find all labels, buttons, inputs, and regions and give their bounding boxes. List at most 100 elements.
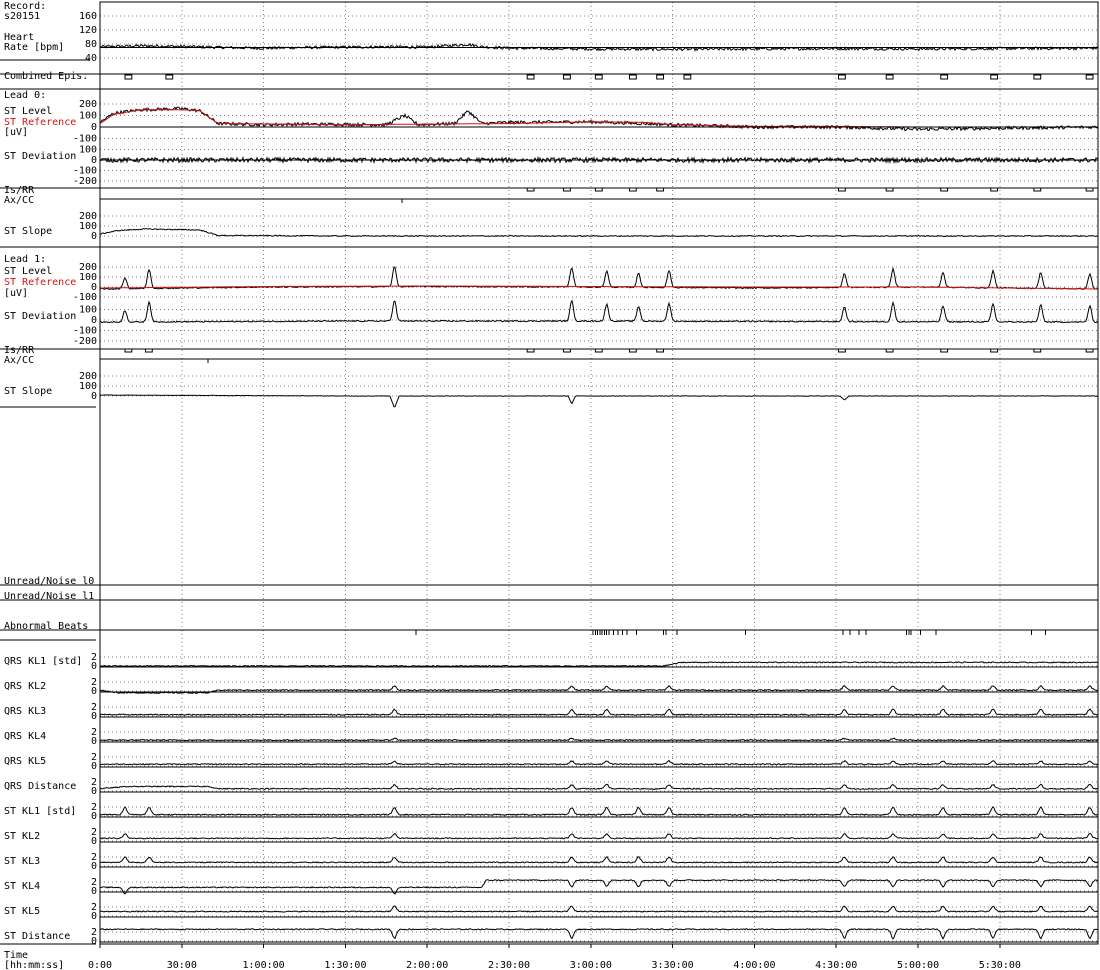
unread-noise-0-label: Unread/Noise l0 <box>4 576 94 587</box>
kl-label-11: ST Distance <box>4 931 70 942</box>
lead1-st-deviation-tick: -100 <box>73 326 97 337</box>
lead1-title: Lead 1: <box>4 254 46 265</box>
abnormal-beats-label: Abnormal Beats <box>4 621 88 632</box>
kl-tick: 0 <box>91 911 97 922</box>
lead0-isrr-interval <box>563 187 571 192</box>
unread-noise-1-label: Unread/Noise l1 <box>4 591 94 602</box>
time-tick-label: 4:30:00 <box>815 960 857 970</box>
heart-rate-tick: 80 <box>85 39 97 50</box>
lead1-isrr-interval <box>990 348 999 353</box>
lead1-st-level-tick: -100 <box>73 292 97 303</box>
combined-episode-marker <box>1085 74 1094 80</box>
combined-episode-marker <box>563 74 571 80</box>
lead0-st-level-tick: 0 <box>91 122 97 133</box>
lead1-isrr-interval <box>124 348 133 353</box>
lead1-st-deviation-tick: 0 <box>91 315 97 326</box>
time-tick-label: 30:00 <box>167 960 197 970</box>
kl-label-7: ST KL2 <box>4 831 40 842</box>
lead1-isrr-interval <box>526 348 535 353</box>
lead0-st-level-tick: 200 <box>79 99 97 110</box>
combined-episode-marker <box>656 74 665 80</box>
lead0-st-deviation-tick: -100 <box>73 166 97 177</box>
lead0-isrr-interval <box>885 187 894 192</box>
lead1-isrr-interval <box>144 348 153 353</box>
lead0-st-deviation-tick: -200 <box>73 176 97 187</box>
lead0-st-level-label: ST Level <box>4 106 52 117</box>
combined-episode-marker <box>990 74 999 80</box>
lead1-isrr-interval <box>940 348 949 353</box>
kl-tick: 0 <box>91 661 97 672</box>
lead1-st-slope-label: ST Slope <box>4 386 52 397</box>
lead0-isrr-interval <box>628 187 637 192</box>
lead1-isrr-interval <box>594 348 603 353</box>
record-id: s20151 <box>4 11 40 22</box>
combined-episode-marker <box>885 74 894 80</box>
combined-episode-marker <box>526 74 535 80</box>
time-tick-label: 3:00:00 <box>570 960 612 970</box>
kl-label-2: QRS KL3 <box>4 706 46 717</box>
kl-tick: 0 <box>91 736 97 747</box>
kl-tick: 0 <box>91 786 97 797</box>
time-tick-label: 5:30:00 <box>979 960 1021 970</box>
heart-rate-tick: 120 <box>79 25 97 36</box>
combined-episode-marker <box>594 74 603 80</box>
lead1-isrr-interval <box>838 348 846 353</box>
kl-trace-6 <box>99 806 1099 816</box>
kl-tick: 0 <box>91 711 97 722</box>
trace-layer <box>99 42 1099 940</box>
kl-trace-4 <box>99 759 1098 766</box>
combined-episode-marker <box>165 74 174 80</box>
lead0-st-deviation-tick: 100 <box>79 145 97 156</box>
lead1-isrr-interval <box>628 348 637 353</box>
frame-layer <box>0 1 1099 945</box>
combined-episodes-label: Combined Epis. <box>4 71 88 82</box>
combined-episode-marker <box>940 74 949 80</box>
kl-label-5: QRS Distance <box>4 781 76 792</box>
combined-episode-marker <box>124 74 133 80</box>
lead1-st-deviation-trace <box>100 299 1099 324</box>
time-tick-label: 1:00:00 <box>243 960 285 970</box>
lead0-isrr-interval <box>594 187 603 192</box>
kl-label-6: ST KL1 [std] <box>4 806 76 817</box>
lead0-isrr-interval <box>656 187 665 192</box>
lead0-isrr-interval <box>838 187 846 192</box>
grid-layer <box>100 2 1098 944</box>
combined-episode-marker <box>628 74 637 80</box>
time-tick-label: 1:30:00 <box>324 960 366 970</box>
kl-label-10: ST KL5 <box>4 906 40 917</box>
heart-rate-tick: 160 <box>79 11 97 22</box>
combined-episode-marker <box>838 74 846 80</box>
lead1-st-deviation-label: ST Deviation <box>4 311 76 322</box>
kl-tick: 0 <box>91 861 97 872</box>
lead0-isrr-interval <box>940 187 949 192</box>
kl-label-3: QRS KL4 <box>4 731 46 742</box>
lead0-st-slope-label: ST Slope <box>4 226 52 237</box>
lead1-isrr-interval <box>1033 348 1042 353</box>
kl-trace-3 <box>99 737 1099 742</box>
lead1-st-slope-tick: 0 <box>91 391 97 402</box>
lead0-st-level-tick: 100 <box>79 111 97 122</box>
time-tick-label: 2:30:00 <box>488 960 530 970</box>
kl-label-9: ST KL4 <box>4 881 40 892</box>
time-tick-label: 0:00 <box>88 960 112 970</box>
combined-episode-marker <box>683 74 692 80</box>
kl-label-4: QRS KL5 <box>4 756 46 767</box>
lead0-unit-label: [uV] <box>4 127 28 138</box>
lead1-st-deviation-tick: 100 <box>79 305 97 316</box>
kl-label-1: QRS KL2 <box>4 681 46 692</box>
kl-tick: 0 <box>91 811 97 822</box>
lead0-st-slope-tick: 0 <box>91 231 97 242</box>
lead1-isrr-interval <box>885 348 894 353</box>
kl-trace-7 <box>99 832 1099 840</box>
heart-rate-tick: 40 <box>85 53 97 64</box>
kl-label-0: QRS KL1 [std] <box>4 656 82 667</box>
lead0-isrr-interval <box>526 187 535 192</box>
kl-trace-8 <box>99 855 1099 864</box>
lead1-isrr-interval <box>656 348 665 353</box>
kl-tick: 0 <box>91 761 97 772</box>
lead0-st-deviation-label: ST Deviation <box>4 151 76 162</box>
lead1-st-slope-trace <box>99 394 1098 408</box>
lead0-isrr-interval <box>990 187 999 192</box>
lead0-axcc-label: Ax/CC <box>4 195 34 206</box>
lead1-st-level-label: ST Level <box>4 266 52 277</box>
